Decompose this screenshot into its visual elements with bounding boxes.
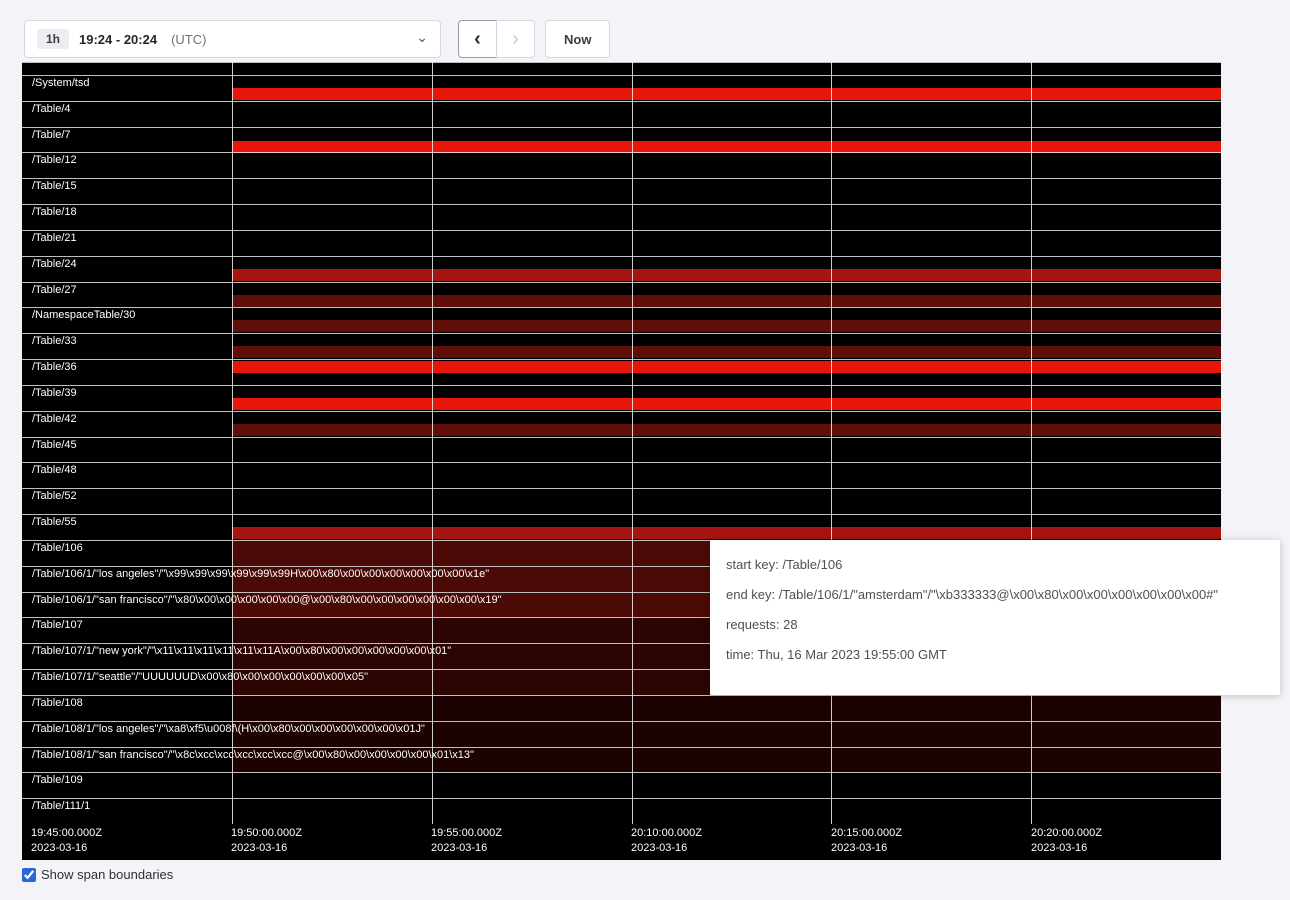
span-key-label: /Table/12	[32, 154, 77, 166]
span-row[interactable]: /NamespaceTable/30	[22, 307, 1221, 333]
span-row[interactable]: /Table/111/1	[22, 798, 1221, 824]
chevron-left-icon: ‹	[474, 28, 481, 50]
time-window-badge: 1h	[37, 29, 69, 49]
span-row[interactable]: /Table/108/1/"san francisco"/"\x8c\xcc\x…	[22, 747, 1221, 773]
span-row[interactable]: /Table/108/1/"los angeles"/"\xa8\xf5\u00…	[22, 721, 1221, 747]
heat-band[interactable]	[232, 527, 1221, 539]
span-key-label: /Table/108	[32, 697, 83, 709]
span-key-label: /Table/39	[32, 387, 77, 399]
prev-window-button[interactable]: ‹	[458, 20, 497, 58]
span-row[interactable]: /Table/33	[22, 333, 1221, 359]
span-key-label: /Table/106/1/"los angeles"/"\x99\x99\x99…	[32, 568, 489, 580]
span-key-label: /Table/109	[32, 774, 83, 786]
span-key-label: /Table/52	[32, 490, 77, 502]
time-nav-group: ‹ ›	[458, 20, 535, 58]
span-row[interactable]: /Table/4	[22, 101, 1221, 127]
heat-band[interactable]	[232, 141, 1221, 153]
span-row[interactable]: /Table/15	[22, 178, 1221, 204]
gridline	[632, 62, 633, 824]
next-window-button[interactable]: ›	[496, 20, 535, 58]
span-key-label: /Table/36	[32, 361, 77, 373]
tooltip-start-key: start key: /Table/106	[726, 557, 1264, 572]
toolbar: 1h 19:24 - 20:24 (UTC) ⌄ ‹ › Now	[24, 20, 610, 58]
span-key-label: /Table/107	[32, 619, 83, 631]
span-key-label: /Table/18	[32, 206, 77, 218]
span-row[interactable]: /Table/27	[22, 282, 1221, 308]
span-key-label: /Table/7	[32, 129, 71, 141]
span-key-label: /Table/106	[32, 542, 83, 554]
heat-band[interactable]	[232, 320, 1221, 332]
span-key-label: /Table/107/1/"new york"/"\x11\x11\x11\x1…	[32, 645, 451, 657]
span-key-label: /Table/42	[32, 413, 77, 425]
keyviz-canvas[interactable]: /System/tsd/Table/4/Table/7/Table/12/Tab…	[22, 62, 1221, 860]
heat-band[interactable]	[232, 295, 1221, 307]
span-key-label: /NamespaceTable/30	[32, 309, 135, 321]
axis-tick-label: 19:45:00.000Z2023-03-16	[31, 826, 102, 856]
span-boundaries-label: Show span boundaries	[41, 867, 173, 882]
span-key-label: /Table/55	[32, 516, 77, 528]
span-key-label: /Table/45	[32, 439, 77, 451]
span-key-label: /Table/111/1	[32, 800, 90, 812]
span-tooltip: start key: /Table/106 end key: /Table/10…	[710, 540, 1280, 695]
heat-band[interactable]	[232, 269, 1221, 281]
span-key-label: /Table/107/1/"seattle"/"UUUUUUD\x00\x80\…	[32, 671, 368, 683]
span-key-label: /Table/15	[32, 180, 77, 192]
span-row[interactable]: /Table/21	[22, 230, 1221, 256]
time-window-select[interactable]: 1h 19:24 - 20:24 (UTC) ⌄	[24, 20, 441, 58]
gridline	[432, 62, 433, 824]
heat-band[interactable]	[232, 88, 1221, 100]
span-row[interactable]: /Table/39	[22, 385, 1221, 411]
time-range-text: 19:24 - 20:24	[79, 32, 157, 47]
heat-band[interactable]	[232, 424, 1221, 436]
tooltip-end-key: end key: /Table/106/1/"amsterdam"/"\xb33…	[726, 587, 1264, 602]
now-button[interactable]: Now	[545, 20, 610, 58]
span-row[interactable]: /Table/45	[22, 437, 1221, 463]
tooltip-requests: requests: 28	[726, 617, 1264, 632]
span-key-label: /System/tsd	[32, 77, 89, 89]
span-row[interactable]: /Table/108	[22, 695, 1221, 721]
span-row[interactable]: /Table/42	[22, 411, 1221, 437]
span-rows: /System/tsd/Table/4/Table/7/Table/12/Tab…	[22, 62, 1221, 824]
span-row[interactable]: /Table/55	[22, 514, 1221, 540]
axis-tick-label: 20:10:00.000Z2023-03-16	[631, 826, 702, 856]
axis-tick-label: 20:20:00.000Z2023-03-16	[1031, 826, 1102, 856]
span-key-label: /Table/24	[32, 258, 77, 270]
heat-band[interactable]	[232, 398, 1221, 410]
span-key-label: /Table/48	[32, 464, 77, 476]
timezone-text: (UTC)	[171, 32, 206, 47]
chevron-right-icon: ›	[512, 28, 519, 50]
tooltip-time: time: Thu, 16 Mar 2023 19:55:00 GMT	[726, 647, 1264, 662]
axis-tick-label: 19:50:00.000Z2023-03-16	[231, 826, 302, 856]
heat-band[interactable]	[232, 346, 1221, 358]
span-row[interactable]: /Table/109	[22, 772, 1221, 798]
span-key-label: /Table/4	[32, 103, 71, 115]
span-key-label: /Table/108/1/"los angeles"/"\xa8\xf5\u00…	[32, 723, 425, 735]
gridline	[1031, 62, 1032, 824]
gridline	[831, 62, 832, 824]
chevron-down-icon: ⌄	[416, 30, 428, 44]
span-row[interactable]: /Table/7	[22, 127, 1221, 153]
span-row[interactable]: /Table/52	[22, 488, 1221, 514]
span-key-label: /Table/27	[32, 284, 77, 296]
axis-tick-label: 19:55:00.000Z2023-03-16	[431, 826, 502, 856]
show-span-boundaries-toggle[interactable]: Show span boundaries	[22, 867, 173, 882]
span-row[interactable]: /Table/18	[22, 204, 1221, 230]
span-row[interactable]: /Table/24	[22, 256, 1221, 282]
span-row[interactable]: /Table/12	[22, 152, 1221, 178]
span-row[interactable]: /Table/48	[22, 462, 1221, 488]
heat-band[interactable]	[232, 696, 1221, 721]
gridline	[232, 62, 233, 824]
span-boundaries-checkbox[interactable]	[22, 868, 36, 882]
x-axis: 19:45:00.000Z2023-03-16 19:50:00.000Z2023…	[22, 824, 1221, 860]
span-key-label: /Table/21	[32, 232, 77, 244]
span-key-label: /Table/33	[32, 335, 77, 347]
span-key-label: /Table/108/1/"san francisco"/"\x8c\xcc\x…	[32, 749, 474, 761]
span-row[interactable]: /System/tsd	[22, 75, 1221, 101]
heat-band[interactable]	[232, 361, 1221, 373]
axis-tick-label: 20:15:00.000Z2023-03-16	[831, 826, 902, 856]
span-key-label: /Table/106/1/"san francisco"/"\x80\x00\x…	[32, 594, 502, 606]
span-row-partial[interactable]	[22, 62, 1221, 75]
span-row[interactable]: /Table/36	[22, 359, 1221, 385]
